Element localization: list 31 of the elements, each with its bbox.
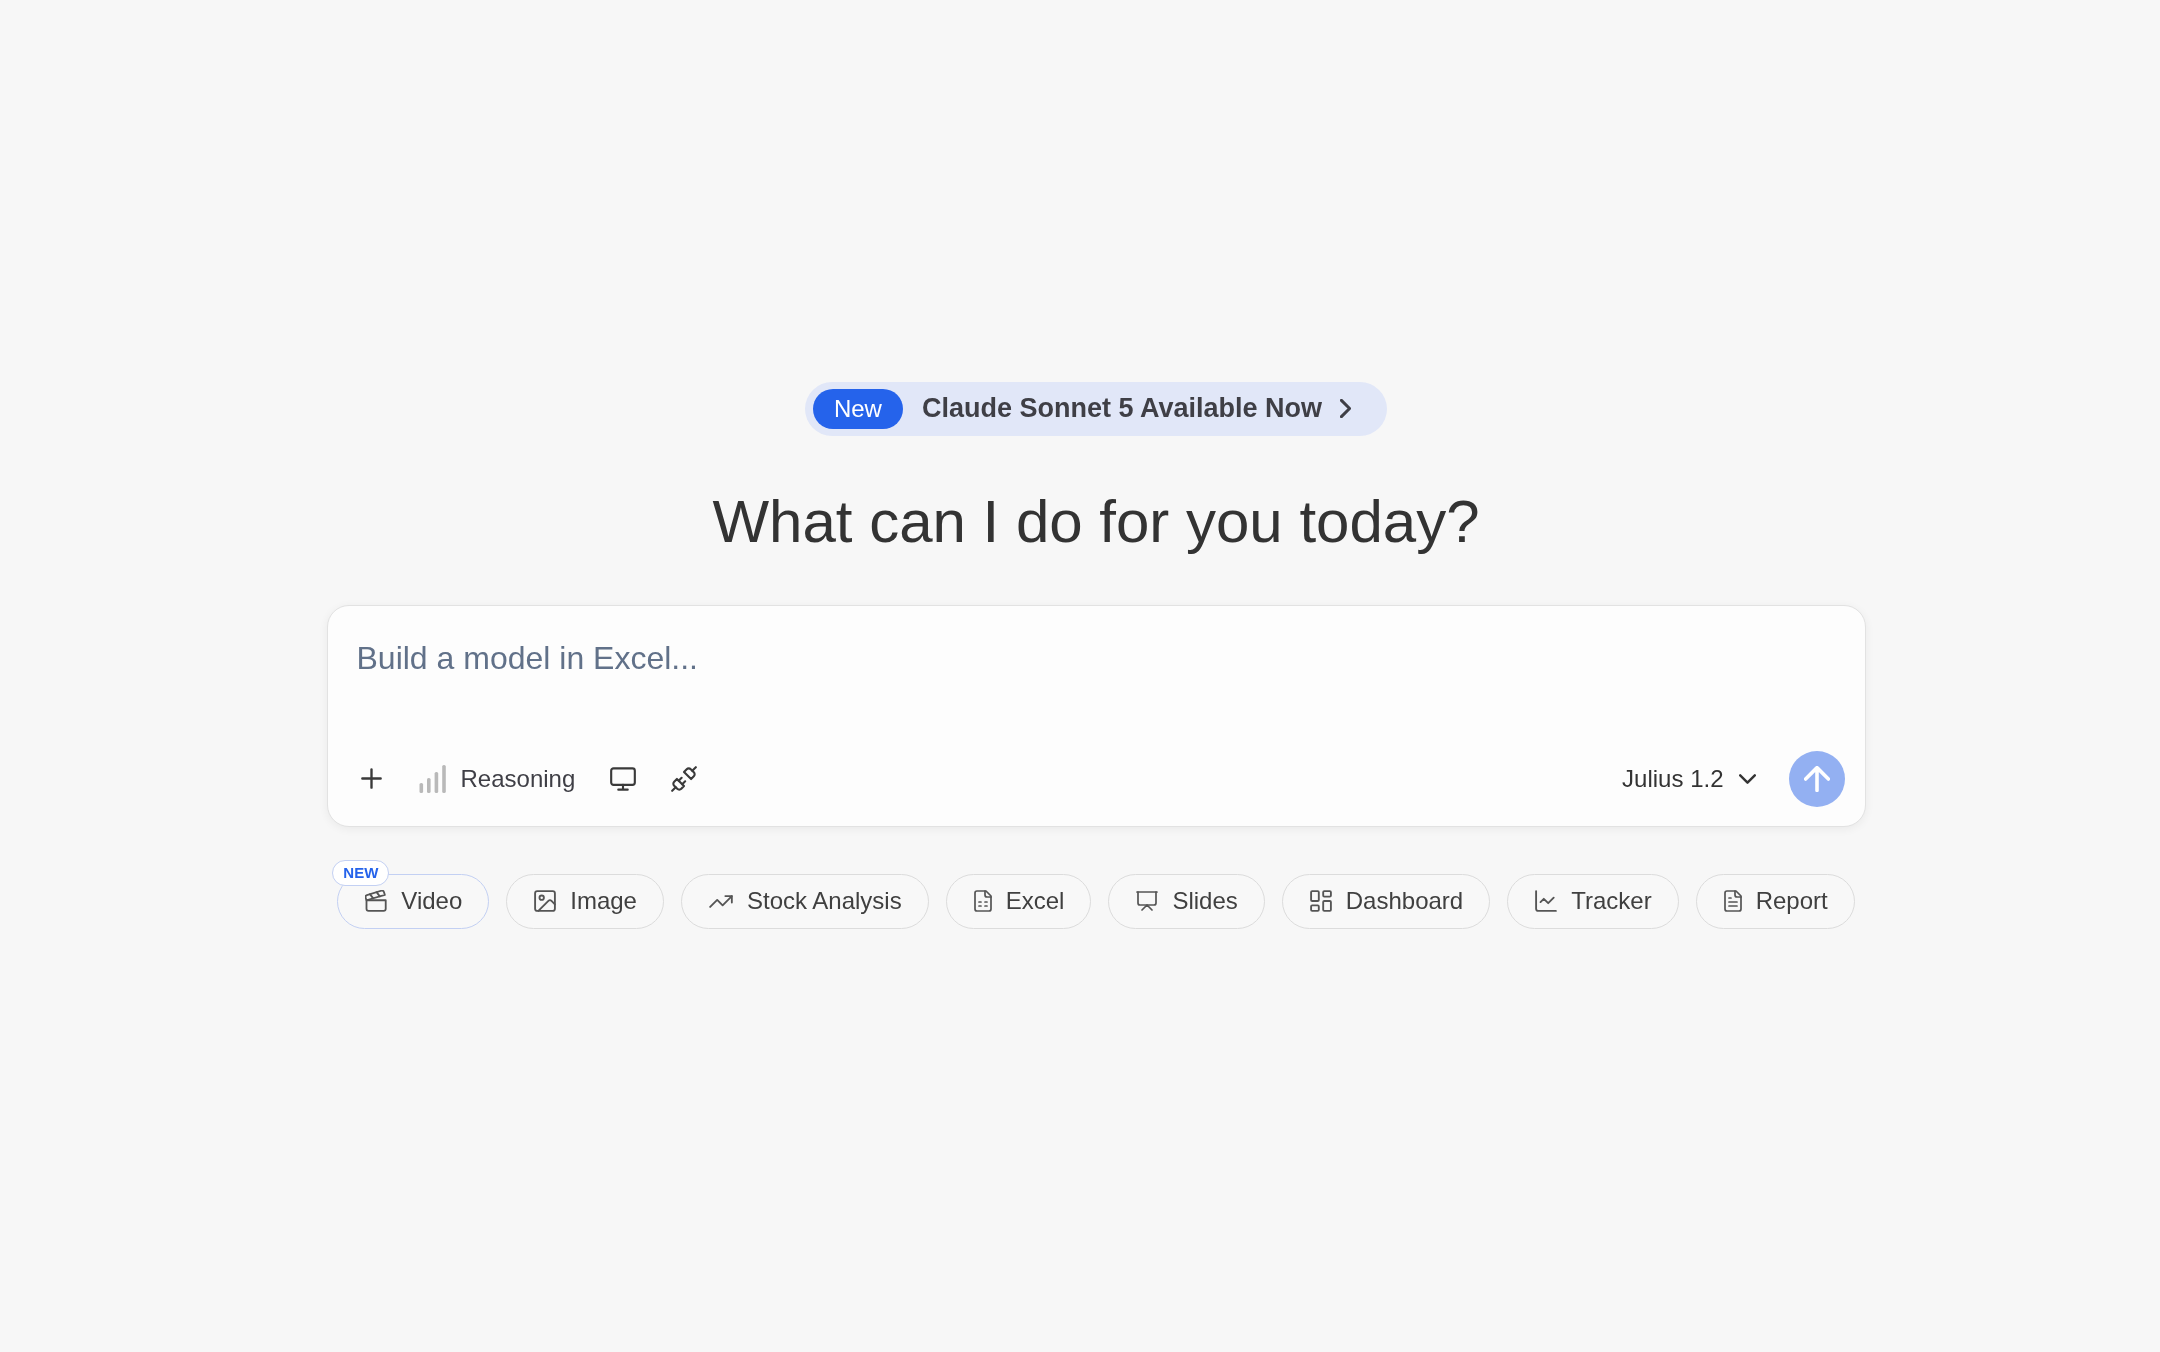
reasoning-button[interactable]: Reasoning (414, 760, 580, 797)
suggestion-chip[interactable]: Stock Analysis (680, 873, 929, 929)
suggestion-chip[interactable]: Report (1695, 873, 1855, 929)
prompt-box[interactable]: Build a model in Excel... Reasoning Julius 1.2 (326, 604, 1866, 827)
suggestion-chip[interactable]: Dashboard (1281, 873, 1491, 929)
suggestion-chip[interactable]: Image (506, 873, 664, 929)
dashboard-grid-icon (1309, 890, 1332, 912)
trending-up-icon (708, 894, 733, 908)
signal-bars-icon (418, 764, 447, 793)
line-chart-icon (1535, 890, 1558, 912)
page-heading: What can I do for you today? (712, 486, 1480, 557)
model-selector[interactable]: Julius 1.2 (1618, 760, 1760, 797)
document-icon (1723, 890, 1742, 912)
chevron-down-icon (1738, 773, 1756, 784)
new-badge: New (812, 388, 903, 429)
prompt-input[interactable]: Build a model in Excel... (356, 637, 1845, 741)
suggestion-chip[interactable]: Excel (945, 873, 1092, 929)
presentation-board-icon (1136, 891, 1159, 911)
clapperboard-icon (365, 890, 388, 912)
plug-icon (671, 765, 698, 792)
chevron-right-icon (1340, 399, 1352, 418)
suggestion-chip[interactable]: Slides (1108, 873, 1265, 929)
announcement-text: Claude Sonnet 5 Available Now (921, 393, 1323, 424)
image-icon (534, 890, 557, 912)
new-badge: NEW (332, 859, 390, 886)
plus-icon (360, 768, 382, 789)
announcement-banner[interactable]: New Claude Sonnet 5 Available Now (804, 381, 1388, 436)
suggestion-chip[interactable]: Tracker (1507, 873, 1679, 929)
spreadsheet-file-icon (973, 890, 992, 912)
arrow-up-icon (1803, 765, 1830, 792)
monitor-icon (610, 766, 637, 791)
